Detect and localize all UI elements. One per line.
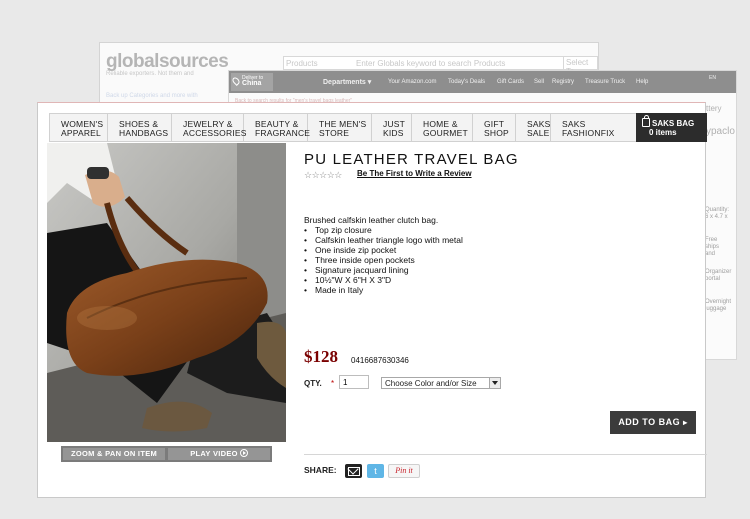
- far-right-snippet-1: ypaclo: [706, 126, 735, 137]
- share-divider: [304, 454, 707, 455]
- product-title: PU LEATHER TRAVEL BAG: [304, 151, 519, 168]
- nav-treasure-truck[interactable]: Treasure Truck: [585, 79, 625, 85]
- color-size-select-value: Choose Color and/or Size: [385, 379, 477, 388]
- far-right-snippet-2: ttery: [706, 104, 722, 113]
- global-sources-tagline: Reliable exporters. Not them and: [106, 71, 194, 77]
- deliver-to-button[interactable]: Deliver to China: [231, 73, 273, 91]
- deliver-value: China: [242, 80, 262, 87]
- watch-icon: [87, 167, 109, 179]
- shopping-bag-button[interactable]: SAKS BAG 0 items: [636, 113, 707, 142]
- pinterest-share-button[interactable]: Pin it: [388, 464, 420, 478]
- departments-menu[interactable]: Departments ▾: [323, 78, 371, 86]
- nav-registry[interactable]: Registry: [552, 79, 574, 85]
- nav-beauty-fragrance[interactable]: BEAUTY & FRAGRANCE: [244, 114, 310, 141]
- feature-item: 10½"W X 6"H X 3"D: [304, 275, 463, 285]
- product-photo-illustration: [47, 143, 286, 442]
- nav-jewelry-accessories[interactable]: JEWELRY & ACCESSORIES: [172, 114, 246, 141]
- global-sources-subline: Back up Categories and more with: [106, 93, 198, 99]
- category-nav: WOMEN'S APPAREL SHOES & HANDBAGS JEWELRY…: [49, 113, 707, 142]
- search-placeholder: Enter Globals keyword to search Products: [356, 59, 506, 68]
- nav-shoes-handbags[interactable]: SHOES & HANDBAGS: [108, 114, 172, 141]
- color-size-select[interactable]: Choose Color and/or Size: [381, 377, 501, 389]
- play-video-label: PLAY VIDEO: [190, 449, 238, 458]
- add-to-bag-button[interactable]: ADD TO BAG: [610, 411, 696, 434]
- location-pin-icon: [231, 76, 241, 86]
- chevron-down-icon[interactable]: [489, 378, 500, 388]
- nav-just-kids[interactable]: JUST KIDS: [372, 114, 412, 141]
- twitter-share-icon[interactable]: t: [367, 464, 384, 478]
- search-button[interactable]: Select To: [563, 57, 597, 76]
- description-intro: Brushed calfskin leather clutch bag.: [304, 215, 439, 225]
- language-selector[interactable]: EN: [709, 75, 716, 81]
- global-sources-logo: globalsources: [106, 51, 229, 72]
- nav-gift-cards[interactable]: Gift Cards: [497, 79, 524, 85]
- amazon-top-bar: Deliver to China Departments ▾ Your Amaz…: [229, 71, 736, 93]
- nav-todays-deals[interactable]: Today's Deals: [448, 79, 485, 85]
- write-review-link[interactable]: Be The First to Write a Review: [357, 169, 472, 178]
- feature-item: Signature jacquard lining: [304, 265, 463, 275]
- play-icon: [239, 449, 248, 457]
- feature-list: Top zip closure Calfskin leather triangl…: [304, 225, 463, 295]
- product-sku: 0416687630346: [351, 356, 409, 365]
- feature-item: Top zip closure: [304, 225, 463, 235]
- share-label: SHARE:: [304, 465, 337, 475]
- feature-item: Made in Italy: [304, 285, 463, 295]
- feature-item: One inside zip pocket: [304, 245, 463, 255]
- global-sources-search[interactable]: Products Enter Globals keyword to search…: [283, 56, 598, 76]
- product-image[interactable]: [47, 143, 286, 442]
- nav-saks-sale[interactable]: SAKS SALE: [516, 114, 551, 141]
- nav-sell[interactable]: Sell: [534, 79, 544, 85]
- quantity-label: QTY.: [304, 379, 322, 388]
- rating-stars-icon: ☆☆☆☆☆: [304, 170, 342, 180]
- nav-your-amazon[interactable]: Your Amazon.com: [388, 79, 436, 85]
- feature-item: Calfskin leather triangle logo with meta…: [304, 235, 463, 245]
- nav-gift-shop[interactable]: GIFT SHOP: [473, 114, 516, 141]
- side-text-2: Free ships and: [705, 237, 720, 257]
- product-description: Brushed calfskin leather clutch bag. Top…: [304, 215, 463, 295]
- quantity-input[interactable]: [339, 375, 369, 389]
- bag-count: 0 items: [649, 128, 677, 137]
- email-share-icon[interactable]: [345, 464, 362, 478]
- search-category[interactable]: Products: [286, 59, 318, 68]
- zoom-pan-button[interactable]: ZOOM & PAN ON ITEM: [63, 448, 165, 460]
- shopping-bag-icon: [642, 115, 650, 127]
- nav-saks-fashionfix[interactable]: SAKS FASHIONFIX: [551, 114, 616, 141]
- nav-home-gourmet[interactable]: HOME & GOURMET: [412, 114, 473, 141]
- nav-womens-apparel[interactable]: WOMEN'S APPAREL: [50, 114, 108, 141]
- bag-title: SAKS BAG: [652, 119, 695, 128]
- nav-help[interactable]: Help: [636, 79, 648, 85]
- saks-product-window: WOMEN'S APPAREL SHOES & HANDBAGS JEWELRY…: [37, 102, 707, 498]
- feature-item: Three inside open pockets: [304, 255, 463, 265]
- photo-controls: ZOOM & PAN ON ITEM PLAY VIDEO: [61, 446, 272, 462]
- nav-mens-store[interactable]: THE MEN'S STORE: [308, 114, 372, 141]
- side-text-3: Organizer portal: [705, 269, 732, 282]
- required-marker: *: [331, 379, 335, 388]
- play-video-button[interactable]: PLAY VIDEO: [168, 448, 270, 460]
- product-price: $128: [304, 347, 338, 366]
- side-text-4: Overnight luggage: [705, 299, 732, 312]
- side-text-1: Quantity: 6 x 4.7 x: [705, 207, 730, 220]
